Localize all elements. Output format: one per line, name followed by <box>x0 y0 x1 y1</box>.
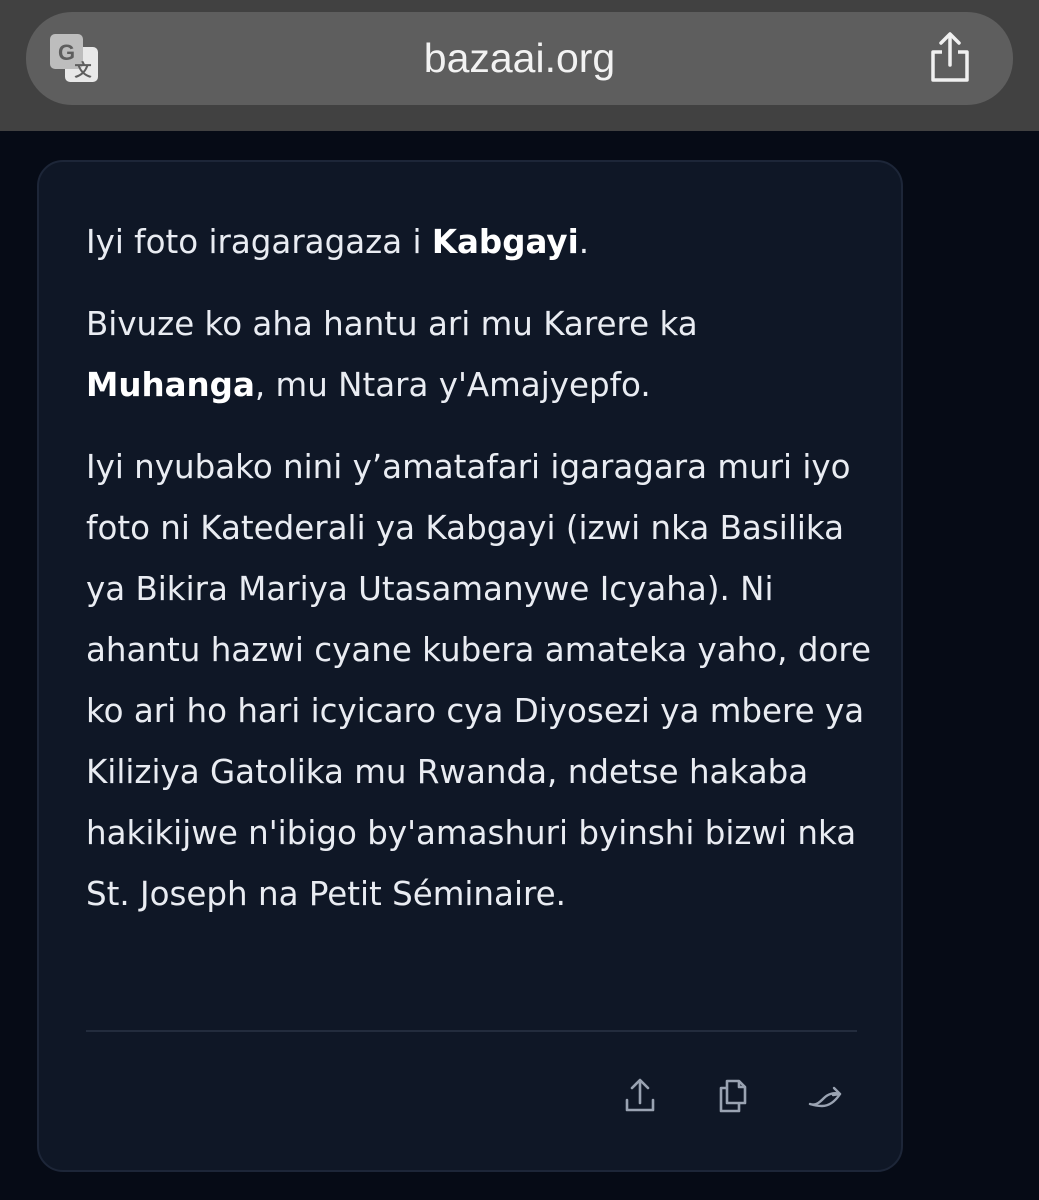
browser-toolbar: G 文 bazaai.org <box>0 0 1039 131</box>
regenerate-response-button[interactable] <box>806 1076 846 1116</box>
p2-bold-location: Muhanga <box>86 366 255 404</box>
regenerate-icon <box>806 1076 846 1116</box>
message-content: Iyi foto iragaragaza i Kabgayi. Bivuze k… <box>86 212 876 925</box>
copy-response-button[interactable] <box>713 1076 753 1116</box>
share-icon <box>620 1076 660 1116</box>
divider <box>86 1030 857 1032</box>
share-response-button[interactable] <box>620 1076 660 1116</box>
p1-text: Iyi foto iragaragaza i <box>86 223 432 261</box>
message-paragraph-2: Bivuze ko aha hantu ari mu Karere ka Muh… <box>86 294 876 416</box>
copy-icon <box>713 1076 753 1116</box>
message-paragraph-1: Iyi foto iragaragaza i Kabgayi. <box>86 212 876 273</box>
p1-end: . <box>578 223 590 261</box>
p2-end: , mu Ntara y'Amajyepfo. <box>254 366 651 404</box>
p2-text: Bivuze ko aha hantu ari mu Karere ka <box>86 305 698 343</box>
p1-bold-location: Kabgayi <box>431 223 579 261</box>
message-paragraph-3: Iyi nyubako nini y’amatafari igaragara m… <box>86 448 871 913</box>
share-icon[interactable] <box>924 30 976 86</box>
url-text: bazaai.org <box>423 35 616 81</box>
